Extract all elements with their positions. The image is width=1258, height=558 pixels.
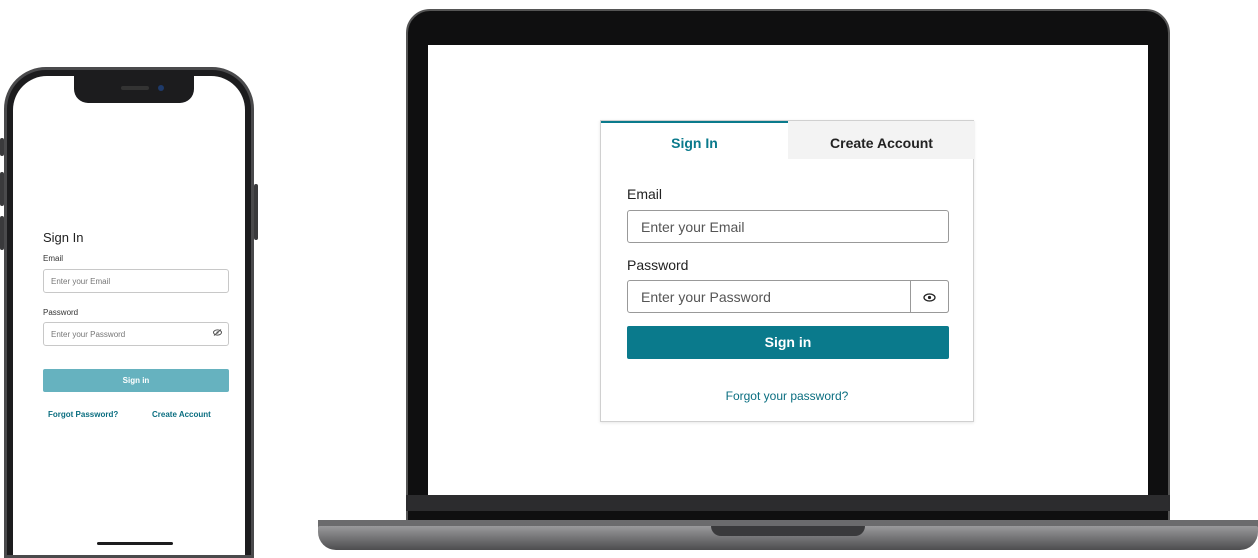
password-placeholder: Enter your Password [641, 289, 771, 305]
password-label: Password [43, 308, 79, 317]
phone-power-button [254, 184, 258, 240]
phone-volume-down [0, 216, 4, 250]
password-label: Password [627, 257, 689, 273]
forgot-password-link[interactable]: Forgot your password? [601, 389, 973, 403]
email-input[interactable]: Enter your Email [627, 210, 949, 243]
phone-camera [158, 85, 164, 91]
tab-sign-in[interactable]: Sign In [601, 121, 788, 159]
page-title: Sign In [43, 230, 84, 245]
laptop-opening-notch [711, 526, 865, 536]
eye-slash-icon[interactable] [213, 329, 222, 338]
eye-icon[interactable] [910, 280, 949, 313]
phone-mute-switch [0, 138, 4, 156]
phone-speaker [121, 86, 149, 90]
password-input[interactable]: Enter your Password [43, 322, 229, 346]
signin-button[interactable]: Sign in [627, 326, 949, 359]
create-account-link[interactable]: Create Account [152, 410, 211, 419]
password-input[interactable]: Enter your Password [627, 280, 949, 313]
email-label: Email [627, 186, 663, 202]
email-placeholder: Enter your Email [641, 219, 745, 235]
email-input[interactable]: Enter your Email [43, 269, 229, 293]
forgot-password-link[interactable]: Forgot Password? [48, 410, 118, 419]
phone-volume-up [0, 172, 4, 206]
tab-create-account[interactable]: Create Account [788, 121, 975, 159]
signin-card: Sign In Create Account Email Enter your … [600, 120, 975, 422]
home-indicator [97, 542, 173, 545]
signin-button[interactable]: Sign in [43, 369, 229, 392]
phone-device: Sign In Email Enter your Email Password … [0, 67, 258, 558]
phone-screen: Sign In Email Enter your Email Password … [13, 76, 245, 555]
email-placeholder: Enter your Email [51, 277, 111, 286]
password-placeholder: Enter your Password [51, 330, 126, 339]
laptop-chin [406, 495, 1170, 511]
email-label: Email [43, 254, 64, 263]
phone-notch [74, 76, 194, 103]
